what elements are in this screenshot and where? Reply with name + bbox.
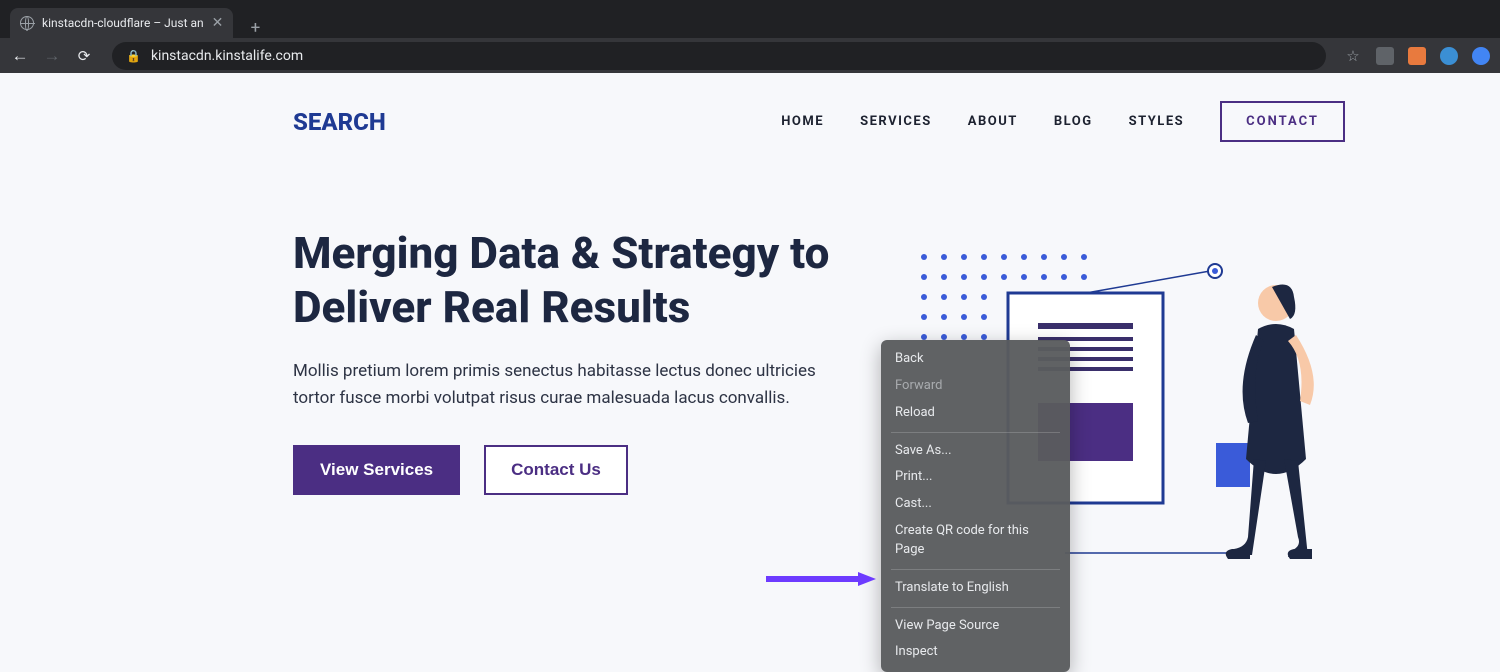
nav-services[interactable]: SERVICES xyxy=(860,114,932,129)
cm-save-as[interactable]: Save As... xyxy=(881,438,1070,465)
contact-us-button[interactable]: Contact Us xyxy=(484,445,628,495)
browser-chrome: kinstacdn-cloudflare – Just an ✕ + ← → ⟳… xyxy=(0,0,1500,73)
cm-reload[interactable]: Reload xyxy=(881,400,1070,427)
cm-forward: Forward xyxy=(881,373,1070,400)
tab-title: kinstacdn-cloudflare – Just an xyxy=(42,16,204,30)
nav-home[interactable]: HOME xyxy=(781,114,824,129)
page-content: SEARCH HOME SERVICES ABOUT BLOG STYLES C… xyxy=(0,73,1500,634)
extension-icon[interactable] xyxy=(1440,47,1458,65)
toolbar: ← → ⟳ 🔒 kinstacdn.kinstalife.com ☆ xyxy=(0,38,1500,73)
hero-title: Merging Data & Strategy to Deliver Real … xyxy=(293,227,853,334)
lock-icon: 🔒 xyxy=(126,49,141,63)
view-services-button[interactable]: View Services xyxy=(293,445,460,495)
back-button[interactable]: ← xyxy=(10,46,30,66)
new-tab-button[interactable]: + xyxy=(241,18,269,38)
tab-bar: kinstacdn-cloudflare – Just an ✕ + xyxy=(0,0,1500,38)
nav-about[interactable]: ABOUT xyxy=(968,114,1018,129)
browser-tab[interactable]: kinstacdn-cloudflare – Just an ✕ xyxy=(10,8,233,38)
cm-separator xyxy=(891,607,1060,608)
bookmark-star-icon[interactable]: ☆ xyxy=(1344,47,1362,65)
cm-separator xyxy=(891,569,1060,570)
nav-styles[interactable]: STYLES xyxy=(1129,114,1185,129)
extension-icon[interactable] xyxy=(1408,47,1426,65)
profile-icon[interactable] xyxy=(1472,47,1490,65)
cm-back[interactable]: Back xyxy=(881,346,1070,373)
hero-subtitle: Mollis pretium lorem primis senectus hab… xyxy=(293,358,853,411)
cm-print[interactable]: Print... xyxy=(881,464,1070,491)
cta-row: View Services Contact Us xyxy=(293,445,853,495)
cm-cast[interactable]: Cast... xyxy=(881,491,1070,518)
address-bar[interactable]: 🔒 kinstacdn.kinstalife.com xyxy=(112,42,1326,70)
hero-copy: Merging Data & Strategy to Deliver Real … xyxy=(293,227,853,495)
close-tab-icon[interactable]: ✕ xyxy=(212,15,224,31)
extension-icon[interactable] xyxy=(1376,47,1394,65)
site-logo[interactable]: SEARCH xyxy=(293,108,386,136)
context-menu: Back Forward Reload Save As... Print... … xyxy=(881,340,1070,672)
globe-icon xyxy=(20,16,34,30)
url-text: kinstacdn.kinstalife.com xyxy=(151,48,303,64)
cm-view-source[interactable]: View Page Source xyxy=(881,613,1070,640)
annotation-arrow-icon xyxy=(766,572,876,586)
forward-button[interactable]: → xyxy=(42,46,62,66)
main-nav: HOME SERVICES ABOUT BLOG STYLES CONTACT xyxy=(781,101,1345,142)
contact-button[interactable]: CONTACT xyxy=(1220,101,1345,142)
chrome-actions: ☆ xyxy=(1344,47,1490,65)
cm-inspect[interactable]: Inspect xyxy=(881,639,1070,666)
cm-qr[interactable]: Create QR code for this Page xyxy=(881,518,1070,564)
site-header: SEARCH HOME SERVICES ABOUT BLOG STYLES C… xyxy=(0,73,1500,142)
nav-blog[interactable]: BLOG xyxy=(1054,114,1093,129)
reload-button[interactable]: ⟳ xyxy=(74,47,94,65)
cm-translate[interactable]: Translate to English xyxy=(881,575,1070,602)
cm-separator xyxy=(891,432,1060,433)
